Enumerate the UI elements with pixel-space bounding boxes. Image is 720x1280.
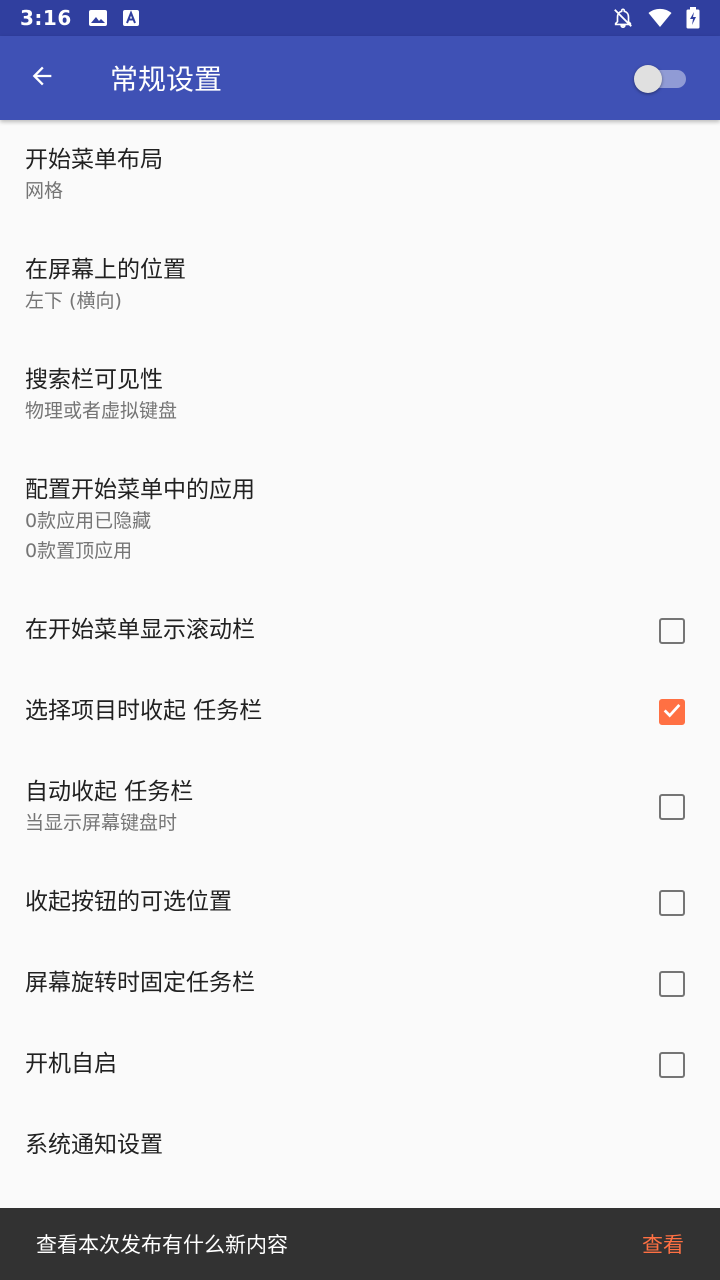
- image-icon: [88, 9, 108, 27]
- pref-title: 开始菜单布局: [25, 147, 163, 173]
- status-time: 3:16: [20, 6, 72, 30]
- pref-title: 收起按钮的可选位置: [25, 889, 232, 915]
- pref-system-notification-settings[interactable]: 系统通知设置: [0, 1105, 720, 1186]
- pref-title: 在开始菜单显示滚动栏: [25, 617, 255, 643]
- page-title: 常规设置: [110, 63, 223, 96]
- pref-title: 选择项目时收起 任务栏: [25, 698, 263, 724]
- auto-hide-taskbar-checkbox[interactable]: [659, 794, 685, 820]
- pref-auto-hide-taskbar[interactable]: 自动收起 任务栏 当显示屏幕键盘时: [0, 752, 720, 862]
- pref-start-menu-layout[interactable]: 开始菜单布局 网格: [0, 120, 720, 230]
- snackbar-action-button[interactable]: 查看: [642, 1229, 684, 1259]
- status-bar: 3:16: [0, 0, 720, 36]
- settings-list: 开始菜单布局 网格 在屏幕上的位置 左下 (横向) 搜索栏可见性 物理或者虚拟键…: [0, 120, 720, 1186]
- pref-title: 搜索栏可见性: [25, 367, 163, 393]
- snackbar-message: 查看本次发布有什么新内容: [36, 1233, 288, 1257]
- battery-charging-icon: [686, 7, 700, 29]
- pref-summary: 物理或者虚拟键盘: [25, 400, 178, 422]
- lock-taskbar-rotation-checkbox[interactable]: [659, 970, 685, 997]
- arrow-back-icon: [28, 62, 56, 94]
- pref-start-on-boot[interactable]: 开机自启: [0, 1024, 720, 1105]
- pref-search-bar-visibility[interactable]: 搜索栏可见性 物理或者虚拟键盘: [0, 340, 720, 450]
- start-on-boot-checkbox[interactable]: [659, 1051, 685, 1078]
- snackbar: 查看本次发布有什么新内容 查看: [0, 1208, 720, 1280]
- notifications-off-icon: [612, 7, 634, 29]
- pref-summary: 网格: [25, 180, 64, 202]
- pref-title: 自动收起 任务栏: [25, 779, 194, 805]
- pref-hide-taskbar-on-select[interactable]: 选择项目时收起 任务栏: [0, 671, 720, 752]
- pref-summary: 左下 (横向): [25, 290, 122, 312]
- show-scrollbar-checkbox[interactable]: [659, 617, 685, 644]
- pref-title: 配置开始菜单中的应用: [25, 477, 255, 503]
- pref-configure-start-menu-apps[interactable]: 配置开始菜单中的应用 0款应用已隐藏 0款置顶应用: [0, 450, 720, 590]
- alt-collapse-button-checkbox[interactable]: [659, 889, 685, 916]
- pref-lock-taskbar-on-rotation[interactable]: 屏幕旋转时固定任务栏: [0, 943, 720, 1024]
- pref-show-scrollbar[interactable]: 在开始菜单显示滚动栏: [0, 590, 720, 671]
- master-toggle-switch[interactable]: [634, 62, 688, 94]
- pref-title: 系统通知设置: [25, 1132, 163, 1158]
- switch-thumb: [634, 65, 662, 93]
- pref-summary: 当显示屏幕键盘时: [25, 812, 178, 834]
- wifi-icon: [648, 8, 672, 28]
- checkmark-icon: [661, 699, 683, 725]
- pref-summary-hidden-count: 0款应用已隐藏: [25, 510, 152, 532]
- pref-title: 在屏幕上的位置: [25, 257, 186, 283]
- app-bar: 常规设置: [0, 36, 720, 120]
- pref-title: 开机自启: [25, 1051, 117, 1077]
- pref-title: 屏幕旋转时固定任务栏: [25, 970, 255, 996]
- hide-taskbar-on-select-checkbox[interactable]: [659, 698, 685, 725]
- back-button[interactable]: [0, 36, 84, 120]
- pref-summary-pinned-count: 0款置顶应用: [25, 540, 133, 562]
- pref-alt-collapse-button-position[interactable]: 收起按钮的可选位置: [0, 862, 720, 943]
- text-a-icon: [122, 9, 140, 27]
- pref-screen-position[interactable]: 在屏幕上的位置 左下 (横向): [0, 230, 720, 340]
